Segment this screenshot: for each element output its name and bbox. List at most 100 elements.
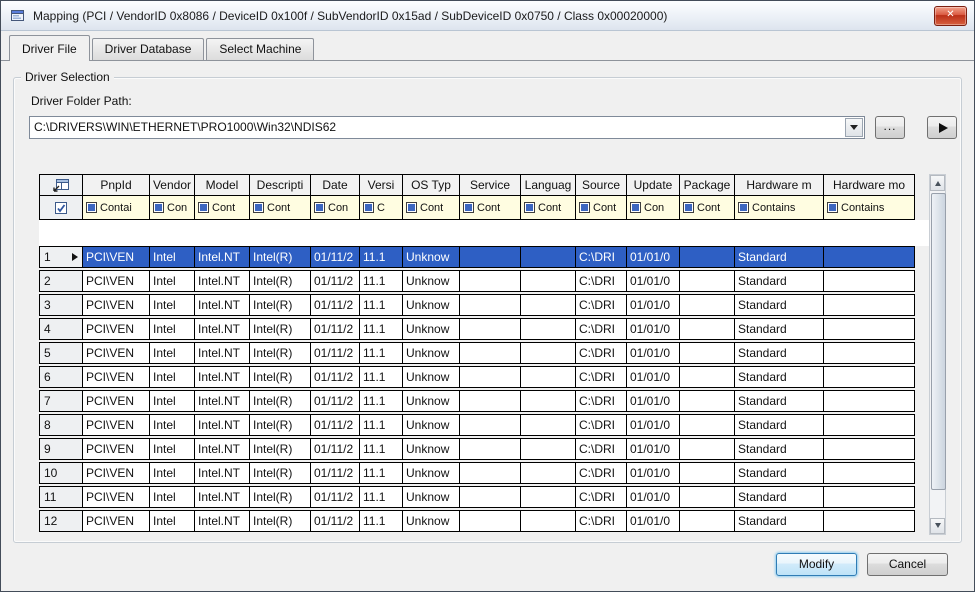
grid-cell[interactable]: C:\DRI (575, 438, 627, 460)
row-header[interactable]: 12 (39, 510, 83, 532)
grid-cell[interactable]: Intel (149, 438, 195, 460)
grid-cell[interactable]: Unknow (402, 390, 460, 412)
grid-cell[interactable] (459, 510, 521, 532)
grid-cell[interactable]: 01/01/0 (626, 462, 680, 484)
column-header-update[interactable]: Update (626, 174, 680, 196)
grid-cell[interactable]: Intel(R) (249, 390, 311, 412)
grid-cell[interactable]: Standard (734, 318, 824, 340)
row-header[interactable]: 9 (39, 438, 83, 460)
table-row[interactable]: 6PCI\VENIntelIntel.NTIntel(R)01/11/211.1… (39, 366, 946, 388)
filter-box-icon[interactable] (630, 202, 641, 213)
grid-cell[interactable]: Intel.NT (194, 318, 250, 340)
column-header-pnpid[interactable]: PnpId (82, 174, 150, 196)
grid-cell[interactable]: PCI\VEN (82, 246, 150, 268)
table-row[interactable]: 2PCI\VENIntelIntel.NTIntel(R)01/11/211.1… (39, 270, 946, 292)
table-row[interactable]: 7PCI\VENIntelIntel.NTIntel(R)01/11/211.1… (39, 390, 946, 412)
table-row[interactable]: 8PCI\VENIntelIntel.NTIntel(R)01/11/211.1… (39, 414, 946, 436)
grid-cell[interactable]: 01/01/0 (626, 510, 680, 532)
filter-cell-hardware-m[interactable]: Contains (734, 195, 824, 220)
grid-cell[interactable] (459, 294, 521, 316)
customize-columns-button[interactable] (39, 174, 83, 196)
filter-box-icon[interactable] (363, 202, 374, 213)
grid-cell[interactable]: Unknow (402, 294, 460, 316)
grid-cell[interactable] (459, 438, 521, 460)
table-row[interactable]: 3PCI\VENIntelIntel.NTIntel(R)01/11/211.1… (39, 294, 946, 316)
grid-cell[interactable]: PCI\VEN (82, 414, 150, 436)
row-header[interactable]: 3 (39, 294, 83, 316)
grid-cell[interactable]: Intel.NT (194, 486, 250, 508)
grid-cell[interactable]: PCI\VEN (82, 390, 150, 412)
grid-cell[interactable]: Intel.NT (194, 462, 250, 484)
grid-cell[interactable]: Intel.NT (194, 366, 250, 388)
grid-cell[interactable]: C:\DRI (575, 510, 627, 532)
grid-cell[interactable] (823, 294, 915, 316)
grid-cell[interactable]: 11.1 (359, 486, 403, 508)
filter-box-icon[interactable] (314, 202, 325, 213)
table-row[interactable]: 4PCI\VENIntelIntel.NTIntel(R)01/11/211.1… (39, 318, 946, 340)
grid-cell[interactable]: 01/01/0 (626, 294, 680, 316)
grid-cell[interactable] (679, 342, 735, 364)
filter-cell-vendor[interactable]: Con (149, 195, 195, 220)
grid-cell[interactable]: Intel.NT (194, 342, 250, 364)
grid-cell[interactable]: 11.1 (359, 294, 403, 316)
modify-button[interactable]: Modify (776, 553, 857, 576)
grid-cell[interactable]: 01/01/0 (626, 438, 680, 460)
grid-cell[interactable] (823, 414, 915, 436)
grid-cell[interactable]: Standard (734, 342, 824, 364)
filter-cell-source[interactable]: Cont (575, 195, 627, 220)
filter-cell-versi[interactable]: C (359, 195, 403, 220)
grid-cell[interactable] (679, 318, 735, 340)
grid-cell[interactable]: Intel(R) (249, 342, 311, 364)
grid-cell[interactable]: 11.1 (359, 270, 403, 292)
grid-cell[interactable]: 01/01/0 (626, 318, 680, 340)
grid-cell[interactable]: 01/11/2 (310, 390, 360, 412)
column-header-os-typ[interactable]: OS Typ (402, 174, 460, 196)
grid-cell[interactable]: Intel(R) (249, 366, 311, 388)
row-header[interactable]: 6 (39, 366, 83, 388)
grid-cell[interactable]: Standard (734, 486, 824, 508)
grid-cell[interactable] (520, 438, 576, 460)
grid-cell[interactable]: 01/11/2 (310, 414, 360, 436)
grid-cell[interactable] (679, 414, 735, 436)
row-header[interactable]: 4 (39, 318, 83, 340)
table-row[interactable]: 11PCI\VENIntelIntel.NTIntel(R)01/11/211.… (39, 486, 946, 508)
grid-cell[interactable] (459, 414, 521, 436)
grid-cell[interactable]: 11.1 (359, 438, 403, 460)
grid-cell[interactable] (459, 390, 521, 412)
grid-cell[interactable]: Intel (149, 414, 195, 436)
row-header[interactable]: 5 (39, 342, 83, 364)
grid-cell[interactable]: Intel.NT (194, 246, 250, 268)
grid-cell[interactable]: 01/11/2 (310, 462, 360, 484)
filter-cell-hardware-mo[interactable]: Contains (823, 195, 915, 220)
table-row[interactable]: 10PCI\VENIntelIntel.NTIntel(R)01/11/211.… (39, 462, 946, 484)
grid-cell[interactable]: 01/11/2 (310, 438, 360, 460)
grid-cell[interactable] (520, 342, 576, 364)
filter-cell-pnpid[interactable]: Contai (82, 195, 150, 220)
grid-cell[interactable] (823, 342, 915, 364)
grid-cell[interactable]: PCI\VEN (82, 318, 150, 340)
grid-cell[interactable]: 11.1 (359, 246, 403, 268)
tab-driver-database[interactable]: Driver Database (92, 38, 205, 60)
filter-cell-date[interactable]: Con (310, 195, 360, 220)
grid-cell[interactable]: Intel (149, 366, 195, 388)
filter-cell-package[interactable]: Cont (679, 195, 735, 220)
grid-cell[interactable] (823, 462, 915, 484)
grid-cell[interactable]: 01/11/2 (310, 318, 360, 340)
filter-box-icon[interactable] (198, 202, 209, 213)
grid-cell[interactable]: PCI\VEN (82, 366, 150, 388)
grid-cell[interactable]: C:\DRI (575, 390, 627, 412)
grid-cell[interactable]: C:\DRI (575, 270, 627, 292)
grid-cell[interactable]: C:\DRI (575, 246, 627, 268)
grid-cell[interactable] (520, 390, 576, 412)
grid-cell[interactable]: Intel (149, 294, 195, 316)
filter-box-icon[interactable] (524, 202, 535, 213)
grid-cell[interactable]: 11.1 (359, 342, 403, 364)
grid-cell[interactable]: Intel(R) (249, 414, 311, 436)
grid-cell[interactable]: C:\DRI (575, 486, 627, 508)
grid-cell[interactable]: 11.1 (359, 510, 403, 532)
grid-cell[interactable]: Intel(R) (249, 270, 311, 292)
column-header-model[interactable]: Model (194, 174, 250, 196)
grid-cell[interactable]: PCI\VEN (82, 510, 150, 532)
row-header[interactable]: 10 (39, 462, 83, 484)
grid-cell[interactable]: Intel(R) (249, 486, 311, 508)
